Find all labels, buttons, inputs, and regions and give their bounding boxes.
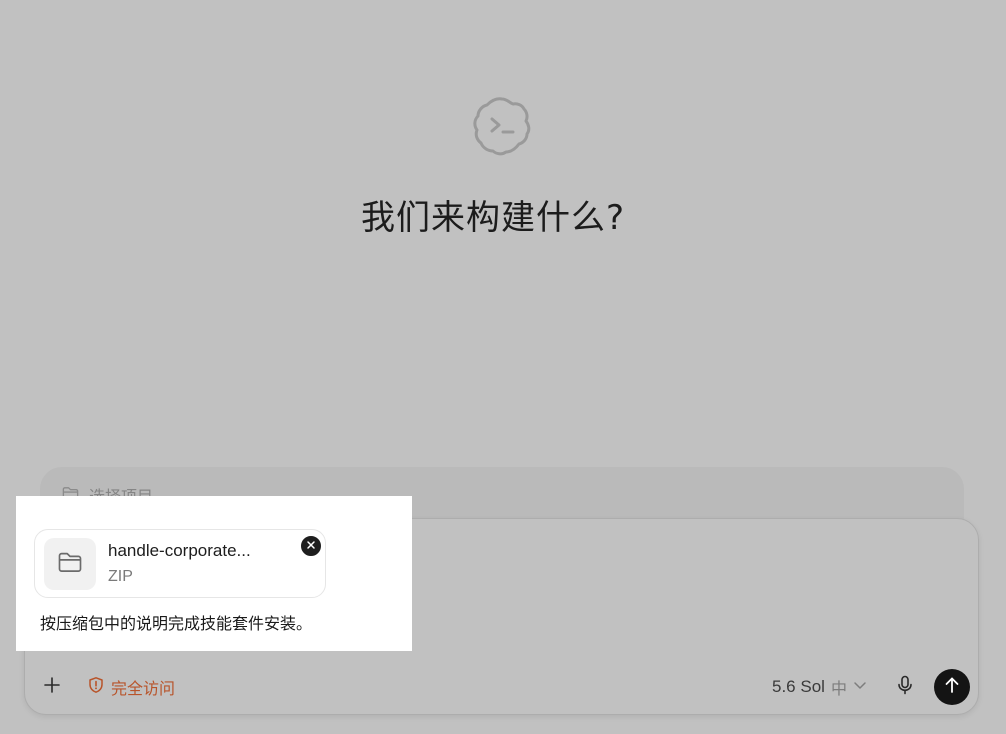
attachment-type: ZIP xyxy=(108,568,133,585)
page-title: 我们来构建什么? xyxy=(360,198,626,238)
send-button[interactable] xyxy=(934,669,970,705)
arrow-up-icon xyxy=(944,676,960,699)
reasoning-level: 中 xyxy=(830,679,847,698)
model-selector[interactable]: 5.6 Sol 中 xyxy=(772,677,867,698)
add-button[interactable] xyxy=(41,676,63,698)
microphone-button[interactable] xyxy=(894,675,916,700)
remove-attachment-button[interactable] xyxy=(300,535,322,557)
codex-logo-icon xyxy=(470,94,534,158)
model-name: 5.6 Sol xyxy=(772,677,825,696)
shield-alert-icon xyxy=(87,676,105,699)
full-access-button[interactable]: 完全访问 xyxy=(87,676,176,699)
prompt-input[interactable]: 按压缩包中的说明完成技能套件安装。 xyxy=(40,610,312,634)
attachment-thumbnail xyxy=(44,538,96,590)
plus-icon xyxy=(43,676,61,699)
full-access-label: 完全访问 xyxy=(111,679,176,698)
chevron-down-icon xyxy=(853,678,867,697)
close-icon xyxy=(306,537,316,555)
attachment-card[interactable]: handle-corporate... ZIP xyxy=(34,529,326,598)
microphone-icon xyxy=(896,675,914,700)
attachment-name: handle-corporate... xyxy=(108,541,251,560)
folder-icon xyxy=(56,548,84,581)
